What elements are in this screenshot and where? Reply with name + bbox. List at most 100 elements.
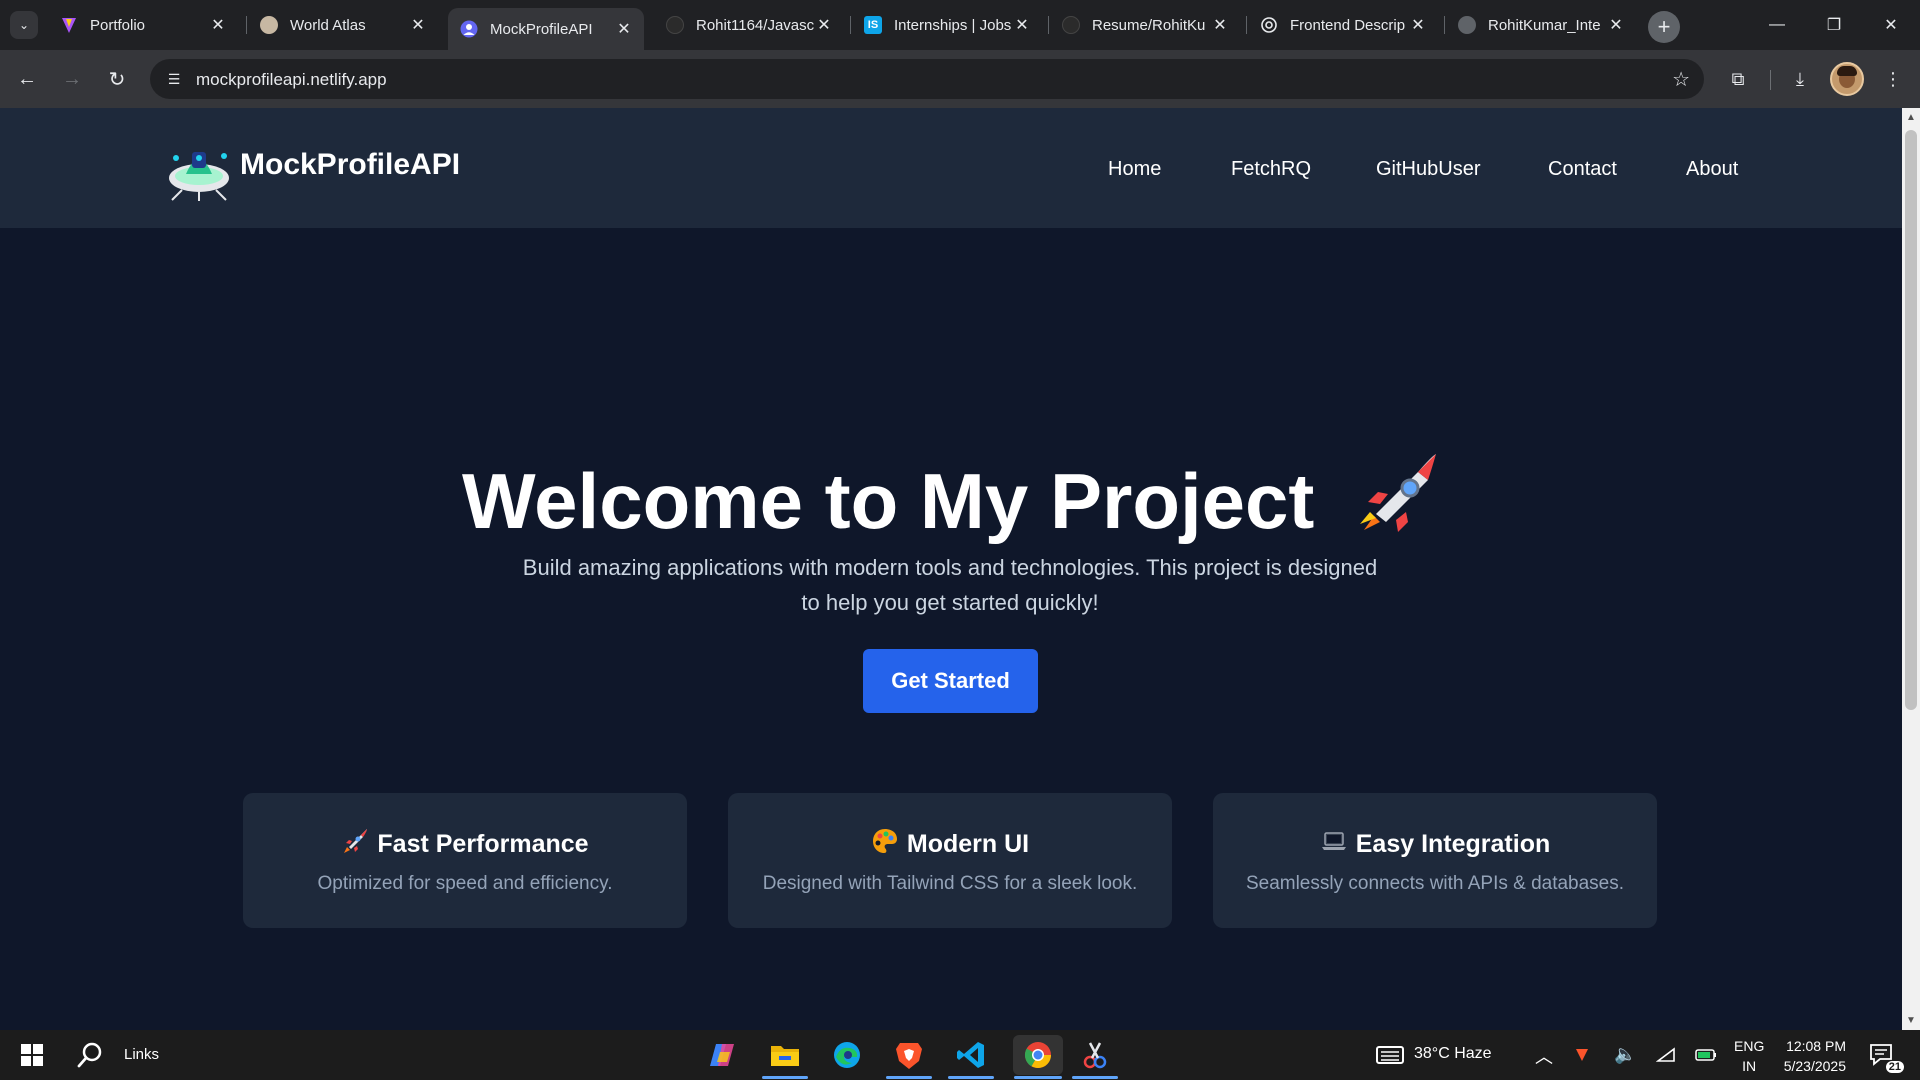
close-tab-icon[interactable]: ✕: [614, 19, 634, 39]
bookmark-star-icon[interactable]: ☆: [1672, 67, 1690, 92]
scroll-down-icon[interactable]: ▼: [1906, 1015, 1916, 1026]
tab-github-resume[interactable]: Resume/RohitKu ✕: [1050, 8, 1240, 42]
get-started-button[interactable]: Get Started: [863, 649, 1038, 713]
feature-card: Modern UI Designed with Tailwind CSS for…: [728, 793, 1172, 928]
tab-title: MockProfileAPI: [490, 20, 593, 38]
new-tab-button[interactable]: +: [1648, 11, 1680, 43]
brave-icon[interactable]: [889, 1035, 929, 1075]
restore-button[interactable]: ❐: [1812, 8, 1856, 42]
feature-title: Fast Performance: [243, 827, 687, 859]
feature-title-text: Easy Integration: [1355, 830, 1551, 858]
clock-time: 12:08 PM: [1786, 1038, 1846, 1054]
close-tab-icon[interactable]: ✕: [1408, 15, 1428, 35]
extensions-icon[interactable]: ⧉: [1723, 64, 1753, 94]
tab-world-atlas[interactable]: World Atlas ✕: [248, 8, 438, 42]
close-tab-icon[interactable]: ✕: [1012, 15, 1032, 35]
feature-title: Easy Integration: [1213, 827, 1657, 859]
close-window-button[interactable]: ✕: [1869, 8, 1913, 42]
scroll-up-icon[interactable]: ▲: [1906, 112, 1916, 123]
tab-title: RohitKumar_Inte: [1488, 16, 1601, 34]
rocket-icon: [1360, 454, 1437, 532]
weather-icon[interactable]: [1370, 1035, 1410, 1075]
nav-about[interactable]: About: [1686, 158, 1738, 181]
battery-icon[interactable]: [1692, 1035, 1720, 1075]
nav-contact[interactable]: Contact: [1548, 158, 1617, 181]
reload-button[interactable]: ↻: [101, 63, 133, 95]
snipping-tool-icon[interactable]: [1075, 1035, 1115, 1075]
language-indicator[interactable]: ENG IN: [1734, 1036, 1764, 1076]
nav-fetchrq[interactable]: FetchRQ: [1231, 158, 1311, 181]
hero-title: Welcome to My Project: [0, 450, 1902, 547]
close-tab-icon[interactable]: ✕: [408, 15, 428, 35]
chevron-up-icon[interactable]: ︿: [1535, 1043, 1553, 1069]
logo-icon[interactable]: [162, 138, 236, 202]
internshala-icon: IS: [864, 16, 882, 34]
tab-search-button[interactable]: ⌄: [10, 11, 38, 39]
tab-title: Portfolio: [90, 16, 146, 34]
windows-taskbar: Links 38°C Haze ︿ 🔈 ENG IN 12:08 PM 5/23…: [0, 1030, 1920, 1080]
region-code: IN: [1742, 1058, 1757, 1074]
tab-mockprofileapi[interactable]: MockProfileAPI ✕: [448, 8, 644, 50]
clock[interactable]: 12:08 PM 5/23/2025: [1780, 1036, 1846, 1076]
notification-count: 21: [1885, 1061, 1904, 1073]
nav-githubuser[interactable]: GitHubUser: [1376, 158, 1480, 181]
tab-title: World Atlas: [290, 16, 366, 34]
tab-title: Rohit1164/Javasc: [696, 16, 814, 34]
back-button[interactable]: ←: [11, 63, 43, 95]
web-page: MockProfileAPI Home FetchRQ GitHubUser C…: [0, 108, 1902, 1030]
close-tab-icon[interactable]: ✕: [1210, 15, 1230, 35]
tab-strip: ⌄ Portfolio ✕ World Atlas ✕ MockProfileA…: [0, 0, 1920, 50]
tab-portfolio[interactable]: Portfolio ✕: [48, 8, 238, 42]
feature-title-text: Modern UI: [906, 830, 1030, 858]
menu-kebab-icon[interactable]: ⋮: [1878, 64, 1908, 94]
tab-title: Frontend Descrip: [1290, 16, 1406, 34]
wifi-icon[interactable]: [1652, 1035, 1680, 1075]
notifications-icon[interactable]: 21: [1862, 1035, 1904, 1075]
tab-rohitkumar[interactable]: RohitKumar_Inte ✕: [1446, 8, 1636, 42]
tab-title: Resume/RohitKu: [1092, 16, 1206, 34]
rocket-icon: [344, 829, 368, 853]
minimize-button[interactable]: —: [1755, 8, 1799, 42]
weather-text[interactable]: 38°C Haze: [1414, 1045, 1492, 1063]
url-text[interactable]: mockprofileapi.netlify.app: [196, 70, 387, 90]
forward-button[interactable]: →: [56, 63, 88, 95]
browser-toolbar: ← → ↻ ☰ mockprofileapi.netlify.app ☆ ⧉ ⤓…: [0, 50, 1920, 108]
close-tab-icon[interactable]: ✕: [1606, 15, 1626, 35]
downloads-icon[interactable]: ⤓: [1785, 64, 1815, 94]
tab-github-javascript[interactable]: Rohit1164/Javasc ✕: [654, 8, 844, 42]
profile-icon: [460, 20, 478, 38]
laptop-icon: [1321, 832, 1346, 850]
site-navbar: MockProfileAPI Home FetchRQ GitHubUser C…: [0, 108, 1902, 228]
vscode-icon[interactable]: [951, 1035, 991, 1075]
nav-home[interactable]: Home: [1108, 158, 1161, 181]
palette-icon: [872, 829, 897, 853]
profile-avatar[interactable]: [1830, 62, 1864, 96]
search-icon[interactable]: [70, 1035, 110, 1075]
windows-start-icon[interactable]: [12, 1035, 52, 1075]
feature-title-text: Fast Performance: [377, 830, 589, 858]
brave-vpn-icon[interactable]: [1570, 1035, 1594, 1075]
tab-frontend-description[interactable]: Frontend Descrip ✕: [1248, 8, 1438, 42]
taskbar-search-label[interactable]: Links: [124, 1046, 159, 1063]
chrome-icon[interactable]: [1013, 1035, 1063, 1075]
feature-description: Designed with Tailwind CSS for a sleek l…: [762, 873, 1138, 894]
close-tab-icon[interactable]: ✕: [208, 15, 228, 35]
feature-card: Easy Integration Seamlessly connects wit…: [1213, 793, 1657, 928]
hero-subtitle: Build amazing applications with modern t…: [522, 555, 1378, 615]
feature-title: Modern UI: [728, 827, 1172, 859]
copilot-icon[interactable]: [703, 1035, 743, 1075]
edge-icon[interactable]: [827, 1035, 867, 1075]
page-scrollbar[interactable]: ▲ ▼: [1902, 108, 1920, 1030]
globe-icon: [1458, 16, 1476, 34]
scrollbar-thumb[interactable]: [1905, 130, 1917, 710]
clock-date: 5/23/2025: [1783, 1058, 1846, 1074]
close-tab-icon[interactable]: ✕: [814, 15, 834, 35]
site-info-icon[interactable]: ☰: [162, 67, 186, 91]
volume-icon[interactable]: 🔈: [1614, 1044, 1636, 1065]
brand-name[interactable]: MockProfileAPI: [240, 148, 460, 182]
vite-icon: [60, 16, 78, 34]
address-bar[interactable]: ☰ mockprofileapi.netlify.app ☆: [150, 59, 1704, 99]
tab-internships[interactable]: IS Internships | Jobs ✕: [852, 8, 1042, 42]
file-explorer-icon[interactable]: [765, 1035, 805, 1075]
github-icon: [1062, 16, 1080, 34]
